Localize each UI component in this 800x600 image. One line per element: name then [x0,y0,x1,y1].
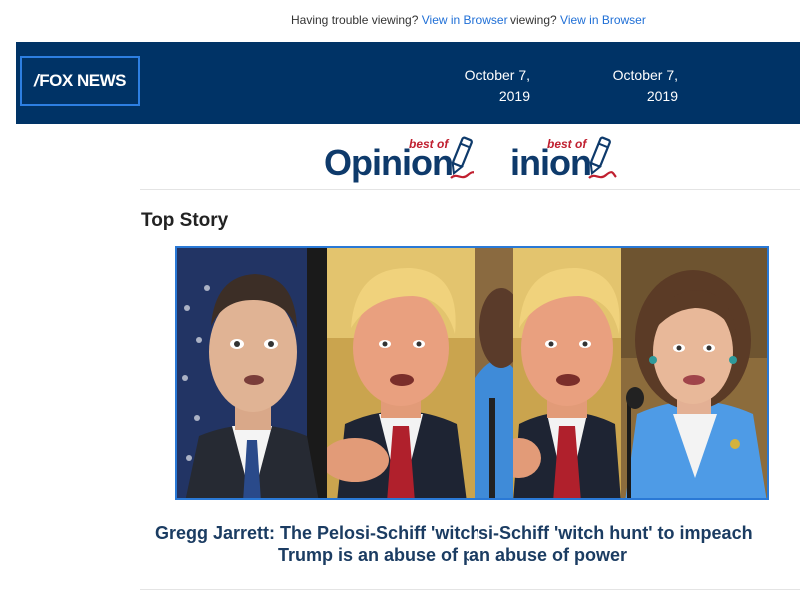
portrait-panel-3 [475,248,513,498]
portrait-panel-2 [327,248,475,498]
preheader-text-duplicate: viewing? View in Browser [510,13,646,27]
portrait-panel-4 [513,248,621,498]
pen-icon [588,136,617,179]
header-date: October 7, 2019 [464,67,530,104]
portrait-panel-1 [177,248,327,498]
divider-bottom [140,589,800,590]
top-story-headline-line2-duplicate[interactable]: an abuse of power [469,543,669,567]
best-of-opinion-banner-duplicate[interactable]: Opinion best of [512,132,632,188]
header-date-duplicate: October 7, 2019 [612,67,678,104]
top-story-image[interactable] [175,246,769,500]
section-title: Top Story [141,210,229,231]
portrait-panel-5 [621,248,767,498]
preheader-text: Having trouble viewing? View in Browser [291,13,508,27]
best-of-opinion-banner[interactable]: Opinion best of [322,132,474,188]
pen-icon [450,136,474,179]
best-of-tag-duplicate: best of [547,137,587,151]
fox-news-logo[interactable]: / FOX NEWS [20,56,140,106]
logo-slash-icon: / [34,71,39,90]
preheader: Having trouble viewing? View in Browser … [0,0,800,42]
view-in-browser-link[interactable]: View in Browser [422,13,508,27]
top-story-headline-line1-duplicate[interactable]: si-Schiff 'witch hunt' to impeach [478,521,800,545]
view-in-browser-link-duplicate[interactable]: View in Browser [560,13,646,27]
top-story-headline-line2[interactable]: Trump is an abuse of pow [278,543,469,567]
divider [140,189,800,190]
best-of-tag: best of [409,137,449,151]
header-bar: / FOX NEWS October 7, 2019 October 7, 201… [16,42,800,124]
top-story-headline-line1[interactable]: Gregg Jarrett: The Pelosi-Schiff 'witch … [155,521,478,545]
